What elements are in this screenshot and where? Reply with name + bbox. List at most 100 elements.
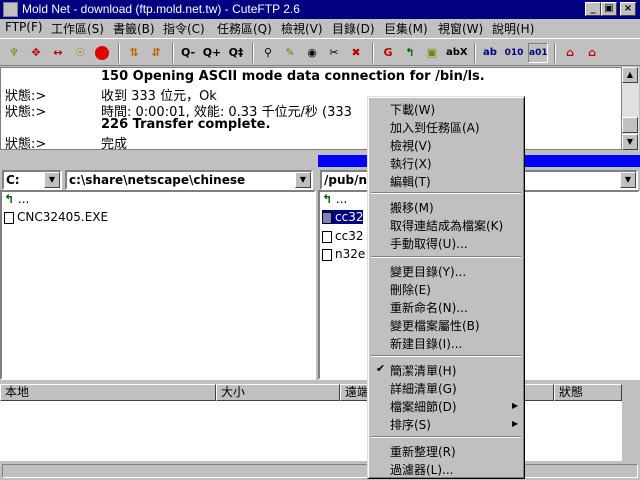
search-icon[interactable]: ⚲	[258, 43, 278, 63]
queue-add-icon[interactable]: Q+	[202, 43, 222, 63]
menu-workspace[interactable]: 工作區(S)	[51, 20, 104, 37]
ascii-icon[interactable]: ab	[480, 43, 500, 63]
submenu-arrow-icon: ▶	[512, 419, 519, 428]
chevron-down-icon[interactable]: ▼	[44, 172, 60, 188]
menu-item-file-details[interactable]: 檔案細節(D)	[390, 398, 457, 415]
checkmark-icon: ✔	[376, 362, 386, 375]
view-icon[interactable]: ▣	[422, 43, 442, 63]
menu-item-manual-get[interactable]: 手動取得(U)...	[390, 235, 468, 252]
menu-item-view[interactable]: 檢視(V)	[390, 137, 432, 154]
menu-queue[interactable]: 任務區(Q)	[217, 20, 272, 37]
log-scrollbar[interactable]: ▲ ▼	[622, 67, 639, 150]
menu-item-delete[interactable]: 刪除(E)	[390, 281, 431, 298]
disconnect-icon[interactable]: ↔	[48, 43, 68, 63]
queue-col-status[interactable]: 狀態	[554, 384, 622, 401]
toolbar-separator	[252, 43, 254, 63]
stop-icon[interactable]	[92, 43, 112, 63]
auto-icon[interactable]: a01	[528, 43, 548, 63]
menu-macro[interactable]: 巨集(M)	[384, 20, 428, 37]
local-file[interactable]: CNC32405.EXE	[4, 210, 108, 224]
file-icon	[4, 211, 14, 224]
home2-icon[interactable]: ⌂	[582, 43, 602, 63]
up-dir-icon: ↰	[322, 192, 333, 206]
up-dir-icon[interactable]: ↰	[400, 43, 420, 63]
abx-icon[interactable]: abX	[446, 43, 468, 63]
local-file-list[interactable]: ↰ ... CNC32405.EXE	[0, 190, 316, 380]
menu-item-download[interactable]: 下載(W)	[390, 101, 435, 118]
reconnect-icon[interactable]: ☉	[70, 43, 90, 63]
menu-bar: FTP(F) 工作區(S) 書籤(B) 指令(C) 任務區(Q) 檢視(V) 目…	[0, 19, 640, 37]
menu-item-execute[interactable]: 執行(X)	[390, 155, 432, 172]
binoculars-icon[interactable]: ◉	[302, 43, 322, 63]
status-bar	[0, 462, 640, 480]
toolbar-separator	[372, 43, 374, 63]
local-path-select[interactable]: c:\share\netscape\chinese ▼	[65, 170, 313, 190]
menu-item-filter[interactable]: 過濾器(L)...	[390, 461, 454, 478]
remote-file[interactable]: cc32	[322, 229, 363, 243]
menu-item-edit[interactable]: 編輯(T)	[390, 173, 431, 190]
menu-item-change-dir[interactable]: 變更目錄(Y)...	[390, 263, 466, 280]
queue-remove-icon[interactable]: Q-	[178, 43, 198, 63]
chevron-down-icon[interactable]: ▼	[295, 172, 311, 188]
cut-icon[interactable]: ✂	[324, 43, 344, 63]
menu-separator	[371, 436, 521, 438]
connect-icon[interactable]: ♆	[4, 43, 24, 63]
menu-item-detail-list[interactable]: 詳細清單(G)	[390, 380, 457, 397]
status-pane	[2, 464, 638, 478]
remote-file[interactable]: n32e	[322, 247, 365, 261]
menu-separator	[371, 256, 521, 258]
bookmark-icon[interactable]: ✎	[280, 43, 300, 63]
file-icon	[322, 230, 332, 243]
menu-item-refresh[interactable]: 重新整理(R)	[390, 443, 456, 460]
scroll-thumb[interactable]	[622, 117, 638, 133]
remote-file-selected[interactable]: cc32	[322, 210, 364, 224]
file-icon	[322, 211, 332, 224]
menu-item-move[interactable]: 搬移(M)	[390, 199, 434, 216]
queue-col-size[interactable]: 大小	[216, 384, 340, 401]
quick-connect-icon[interactable]: ✥	[26, 43, 46, 63]
menu-item-brief-list[interactable]: 簡潔清單(H)	[390, 362, 456, 379]
menu-separator	[371, 192, 521, 194]
queue-list[interactable]	[0, 401, 622, 461]
binary-icon[interactable]: 010	[504, 43, 524, 63]
menu-directory[interactable]: 目錄(D)	[332, 20, 375, 37]
refresh-icon[interactable]: G	[378, 43, 398, 63]
delete-icon[interactable]: ✖	[346, 43, 366, 63]
app-icon[interactable]	[3, 2, 18, 17]
drive-select[interactable]: C: ▼	[2, 170, 62, 190]
toolbar-separator	[172, 43, 174, 63]
menu-item-rename[interactable]: 重新命名(N)...	[390, 299, 468, 316]
menu-view[interactable]: 檢視(V)	[281, 20, 323, 37]
menu-commands[interactable]: 指令(C)	[163, 20, 205, 37]
scroll-up-icon[interactable]: ▲	[622, 67, 638, 83]
menu-item-sort[interactable]: 排序(S)	[390, 416, 431, 433]
title-bar[interactable]: Mold Net - download (ftp.mold.net.tw) - …	[0, 0, 640, 19]
chevron-down-icon[interactable]: ▼	[620, 172, 636, 188]
menu-item-get-link[interactable]: 取得連結成為檔案(K)	[390, 217, 503, 234]
minimize-button[interactable]: _	[585, 2, 601, 16]
menu-item-chmod[interactable]: 變更檔案屬性(B)	[390, 317, 480, 334]
context-menu: 下載(W) 加入到任務區(A) 檢視(V) 執行(X) 編輯(T) 搬移(M) …	[367, 96, 525, 479]
up-dir-icon: ↰	[4, 192, 15, 206]
queue-run-icon[interactable]: Q‡	[226, 43, 246, 63]
menu-window[interactable]: 視窗(W)	[438, 20, 483, 37]
menu-item-add-to-queue[interactable]: 加入到任務區(A)	[390, 119, 480, 136]
log-window[interactable]: 150 Opening ASCII mode data connection f…	[0, 67, 622, 150]
queue-col-local[interactable]: 本地	[0, 384, 216, 401]
menu-item-new-dir[interactable]: 新建目錄(I)...	[390, 335, 462, 352]
upload-icon[interactable]: ⇅	[124, 43, 144, 63]
download-icon[interactable]: ⇵	[146, 43, 166, 63]
close-button[interactable]: ×	[620, 2, 636, 16]
home-icon[interactable]: ⌂	[560, 43, 580, 63]
scroll-down-icon[interactable]: ▼	[622, 134, 638, 150]
toolbar-separator	[474, 43, 476, 63]
menu-ftp[interactable]: FTP(F)	[5, 20, 43, 34]
menu-help[interactable]: 說明(H)	[492, 20, 534, 37]
maximize-button[interactable]: ▣	[601, 2, 617, 16]
queue-header: 本地 大小 遠端 狀態	[0, 384, 622, 401]
toolbar-separator	[554, 43, 556, 63]
remote-updir[interactable]: ↰ ...	[322, 192, 347, 206]
menu-bookmarks[interactable]: 書籤(B)	[113, 20, 155, 37]
local-updir[interactable]: ↰ ...	[4, 192, 29, 206]
window-title: Mold Net - download (ftp.mold.net.tw) - …	[22, 2, 300, 16]
